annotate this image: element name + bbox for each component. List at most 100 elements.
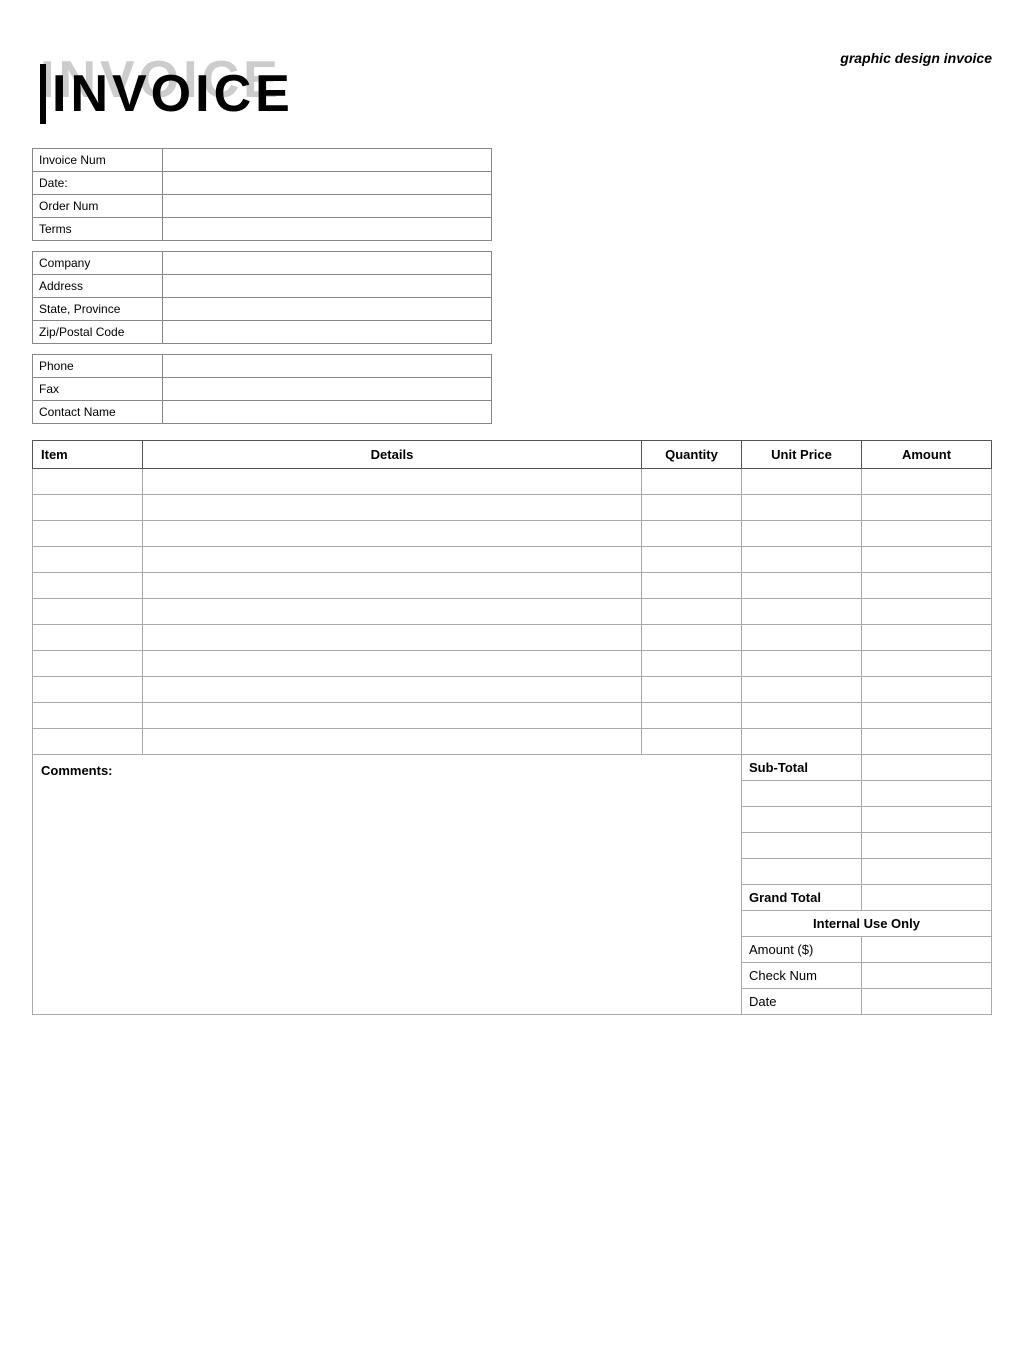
amount-cell-0[interactable]: [862, 469, 992, 495]
details-cell-8[interactable]: [143, 677, 642, 703]
amount-cell-6[interactable]: [862, 625, 992, 651]
item-cell-8[interactable]: [33, 677, 143, 703]
amount-cell-8[interactable]: [862, 677, 992, 703]
table-row: [33, 547, 992, 573]
invoice-info-label-1: Date:: [33, 172, 163, 195]
quantity-cell-5[interactable]: [642, 599, 742, 625]
internal-use-header: Internal Use Only: [742, 911, 992, 937]
quantity-cell-7[interactable]: [642, 651, 742, 677]
details-cell-9[interactable]: [143, 703, 642, 729]
items-table-bottom-row: Comments: Sub-Total: [33, 755, 992, 781]
details-cell-4[interactable]: [143, 573, 642, 599]
item-cell-2[interactable]: [33, 521, 143, 547]
header-quantity: Quantity: [642, 441, 742, 469]
invoice-info-table: Invoice Num Date: Order Num Terms: [32, 148, 492, 241]
quantity-cell-1[interactable]: [642, 495, 742, 521]
invoice-info-value-0[interactable]: [163, 149, 492, 172]
item-cell-0[interactable]: [33, 469, 143, 495]
item-cell-4[interactable]: [33, 573, 143, 599]
unit-price-cell-5[interactable]: [742, 599, 862, 625]
item-cell-3[interactable]: [33, 547, 143, 573]
amount-cell-3[interactable]: [862, 547, 992, 573]
amount-cell-5[interactable]: [862, 599, 992, 625]
unit-price-cell-10[interactable]: [742, 729, 862, 755]
unit-price-cell-9[interactable]: [742, 703, 862, 729]
header-item: Item: [33, 441, 143, 469]
item-cell-10[interactable]: [33, 729, 143, 755]
company-info-value-1[interactable]: [163, 275, 492, 298]
amount-cell-9[interactable]: [862, 703, 992, 729]
contact-info-row-1: Fax: [33, 378, 492, 401]
unit-price-cell-3[interactable]: [742, 547, 862, 573]
invoice-title-wrapper: INVOICE INVOICE: [32, 50, 992, 130]
company-info-value-3[interactable]: [163, 321, 492, 344]
contact-info-row-2: Contact Name: [33, 401, 492, 424]
item-cell-6[interactable]: [33, 625, 143, 651]
items-table: Item Details Quantity Unit Price Amount: [32, 440, 992, 1015]
details-cell-10[interactable]: [143, 729, 642, 755]
contact-info-value-2[interactable]: [163, 401, 492, 424]
invoice-info-value-2[interactable]: [163, 195, 492, 218]
unit-price-cell-4[interactable]: [742, 573, 862, 599]
table-row: [33, 729, 992, 755]
company-info-label-2: State, Province: [33, 298, 163, 321]
unit-price-cell-1[interactable]: [742, 495, 862, 521]
quantity-cell-8[interactable]: [642, 677, 742, 703]
company-info-value-0[interactable]: [163, 252, 492, 275]
grand-total-label-cell: Grand Total: [742, 885, 862, 911]
internal-date-label: Date: [742, 989, 862, 1015]
quantity-cell-10[interactable]: [642, 729, 742, 755]
unit-price-cell-2[interactable]: [742, 521, 862, 547]
comments-cell: Comments:: [33, 755, 742, 1015]
invoice-info-row-0: Invoice Num: [33, 149, 492, 172]
unit-price-cell-8[interactable]: [742, 677, 862, 703]
item-cell-9[interactable]: [33, 703, 143, 729]
details-cell-1[interactable]: [143, 495, 642, 521]
invoice-info-label-0: Invoice Num: [33, 149, 163, 172]
quantity-cell-6[interactable]: [642, 625, 742, 651]
quantity-cell-2[interactable]: [642, 521, 742, 547]
details-cell-0[interactable]: [143, 469, 642, 495]
amount-cell-2[interactable]: [862, 521, 992, 547]
amount-cell-10[interactable]: [862, 729, 992, 755]
quantity-cell-4[interactable]: [642, 573, 742, 599]
details-cell-3[interactable]: [143, 547, 642, 573]
quantity-cell-0[interactable]: [642, 469, 742, 495]
amount-cell-1[interactable]: [862, 495, 992, 521]
invoice-info-label-2: Order Num: [33, 195, 163, 218]
item-cell-7[interactable]: [33, 651, 143, 677]
company-info-value-2[interactable]: [163, 298, 492, 321]
table-row: [33, 469, 992, 495]
invoice-info-label-3: Terms: [33, 218, 163, 241]
header-unit-price: Unit Price: [742, 441, 862, 469]
company-info-row-1: Address: [33, 275, 492, 298]
grand-total-value-cell: [862, 885, 992, 911]
details-cell-7[interactable]: [143, 651, 642, 677]
table-row: [33, 677, 992, 703]
quantity-cell-3[interactable]: [642, 547, 742, 573]
contact-info-label-0: Phone: [33, 355, 163, 378]
comments-label: Comments:: [41, 763, 113, 778]
company-info-row-3: Zip/Postal Code: [33, 321, 492, 344]
item-cell-5[interactable]: [33, 599, 143, 625]
unit-price-cell-6[interactable]: [742, 625, 862, 651]
details-cell-5[interactable]: [143, 599, 642, 625]
internal-checknum-value: [862, 963, 992, 989]
items-table-header: Item Details Quantity Unit Price Amount: [33, 441, 992, 469]
item-cell-1[interactable]: [33, 495, 143, 521]
amount-cell-7[interactable]: [862, 651, 992, 677]
internal-date-value: [862, 989, 992, 1015]
internal-amount-label: Amount ($): [742, 937, 862, 963]
details-cell-6[interactable]: [143, 625, 642, 651]
unit-price-cell-7[interactable]: [742, 651, 862, 677]
invoice-info-value-1[interactable]: [163, 172, 492, 195]
invoice-info-value-3[interactable]: [163, 218, 492, 241]
unit-price-cell-0[interactable]: [742, 469, 862, 495]
company-info-row-0: Company: [33, 252, 492, 275]
invoice-main-title: INVOICE: [40, 64, 294, 124]
details-cell-2[interactable]: [143, 521, 642, 547]
amount-cell-4[interactable]: [862, 573, 992, 599]
contact-info-value-1[interactable]: [163, 378, 492, 401]
contact-info-value-0[interactable]: [163, 355, 492, 378]
quantity-cell-9[interactable]: [642, 703, 742, 729]
